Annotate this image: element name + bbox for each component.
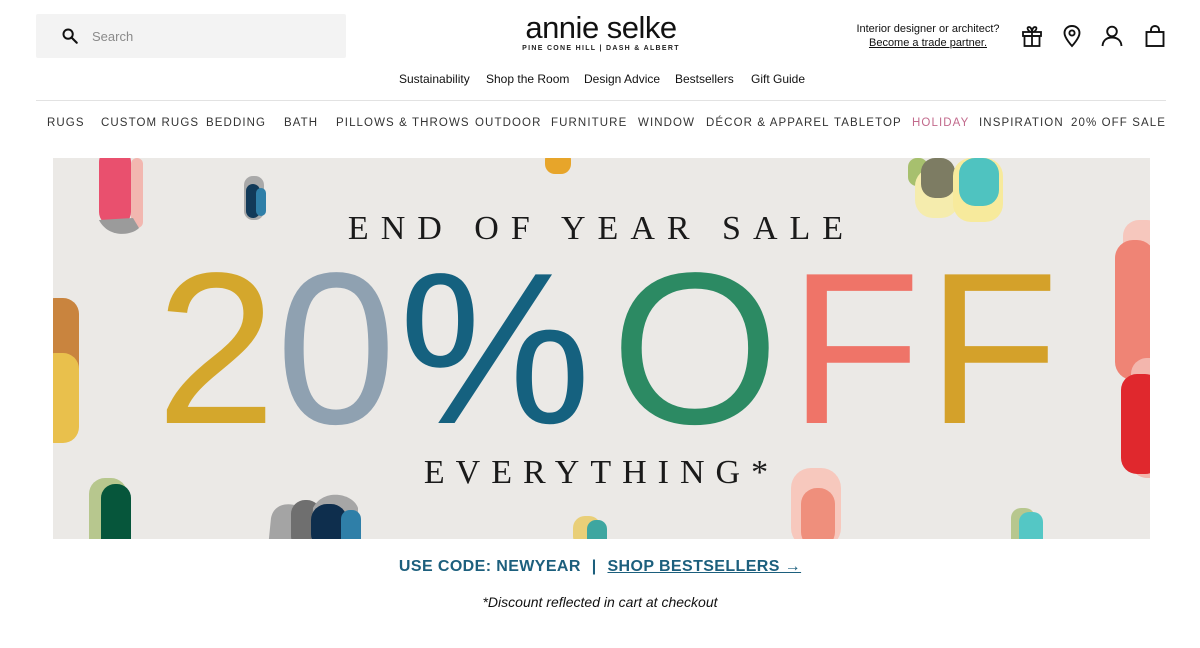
brand-logo[interactable]: annie selke PINE CONE HILL | DASH & ALBE…: [500, 10, 702, 53]
hero-banner[interactable]: END OF YEAR SALE 2 0 % O F F EVERYTHING*: [53, 158, 1150, 539]
trade-question: Interior designer or architect?: [856, 23, 1000, 35]
subnav-gift-guide[interactable]: Gift Guide: [751, 72, 805, 86]
logo-wordmark: annie selke: [525, 10, 677, 45]
nav-tabletop[interactable]: TABLETOP: [834, 117, 902, 129]
trade-partner-link[interactable]: Become a trade partner.: [869, 37, 987, 49]
account-icon[interactable]: [1100, 24, 1124, 48]
subnav-design-advice[interactable]: Design Advice: [584, 72, 660, 86]
subnav-bestsellers[interactable]: Bestsellers: [675, 72, 734, 86]
gift-icon[interactable]: [1020, 24, 1044, 48]
shopping-bag-icon[interactable]: [1143, 24, 1167, 48]
hero-digit-0: 0: [276, 227, 397, 469]
hero-letter-f1: F: [789, 227, 921, 469]
secondary-nav: Sustainability Shop the Room Design Advi…: [0, 72, 1200, 88]
nav-window[interactable]: WINDOW: [638, 117, 695, 129]
logo-tagline: PINE CONE HILL | DASH & ALBERT: [522, 45, 680, 52]
hero-percent: %: [399, 227, 592, 469]
nav-outdoor[interactable]: OUTDOOR: [475, 117, 541, 129]
shop-bestsellers-link[interactable]: SHOP BESTSELLERS →: [607, 558, 801, 575]
nav-bath[interactable]: BATH: [284, 117, 318, 129]
search-bar[interactable]: [36, 14, 346, 58]
hero-subline: EVERYTHING*: [423, 454, 780, 491]
promo-code: USE CODE: NEWYEAR: [398, 558, 581, 575]
nav-20-off-sale[interactable]: 20% OFF SALE: [1071, 117, 1166, 129]
promo-line: USE CODE: NEWYEAR | SHOP BESTSELLERS →: [0, 558, 1200, 576]
search-icon[interactable]: [61, 27, 79, 45]
trade-promo: Interior designer or architect? Become a…: [836, 22, 1020, 50]
discount-disclaimer: *Discount reflected in cart at checkout: [482, 594, 718, 610]
subnav-sustainability[interactable]: Sustainability: [399, 72, 470, 86]
main-nav: RUGS CUSTOM RUGS BEDDING BATH PILLOWS & …: [0, 117, 1200, 131]
nav-inspiration[interactable]: INSPIRATION: [979, 117, 1064, 129]
search-input[interactable]: [92, 14, 332, 58]
subnav-shop-the-room[interactable]: Shop the Room: [486, 72, 569, 86]
nav-pillows-throws[interactable]: PILLOWS & THROWS: [336, 117, 470, 129]
nav-decor-apparel[interactable]: DÉCOR & APPAREL: [706, 117, 830, 129]
nav-bedding[interactable]: BEDDING: [206, 117, 266, 129]
nav-divider: [36, 100, 1166, 101]
nav-holiday[interactable]: HOLIDAY: [912, 117, 969, 129]
nav-custom-rugs[interactable]: CUSTOM RUGS: [101, 117, 199, 129]
hero-digit-2: 2: [156, 227, 277, 469]
location-pin-icon[interactable]: [1060, 24, 1084, 48]
nav-furniture[interactable]: FURNITURE: [551, 117, 627, 129]
nav-rugs[interactable]: RUGS: [47, 117, 85, 129]
hero-headline: 2 0 % O F F: [53, 227, 1150, 469]
hero-letter-f2: F: [927, 227, 1059, 469]
promo-separator: |: [591, 558, 597, 575]
hero-letter-o: O: [611, 227, 780, 469]
